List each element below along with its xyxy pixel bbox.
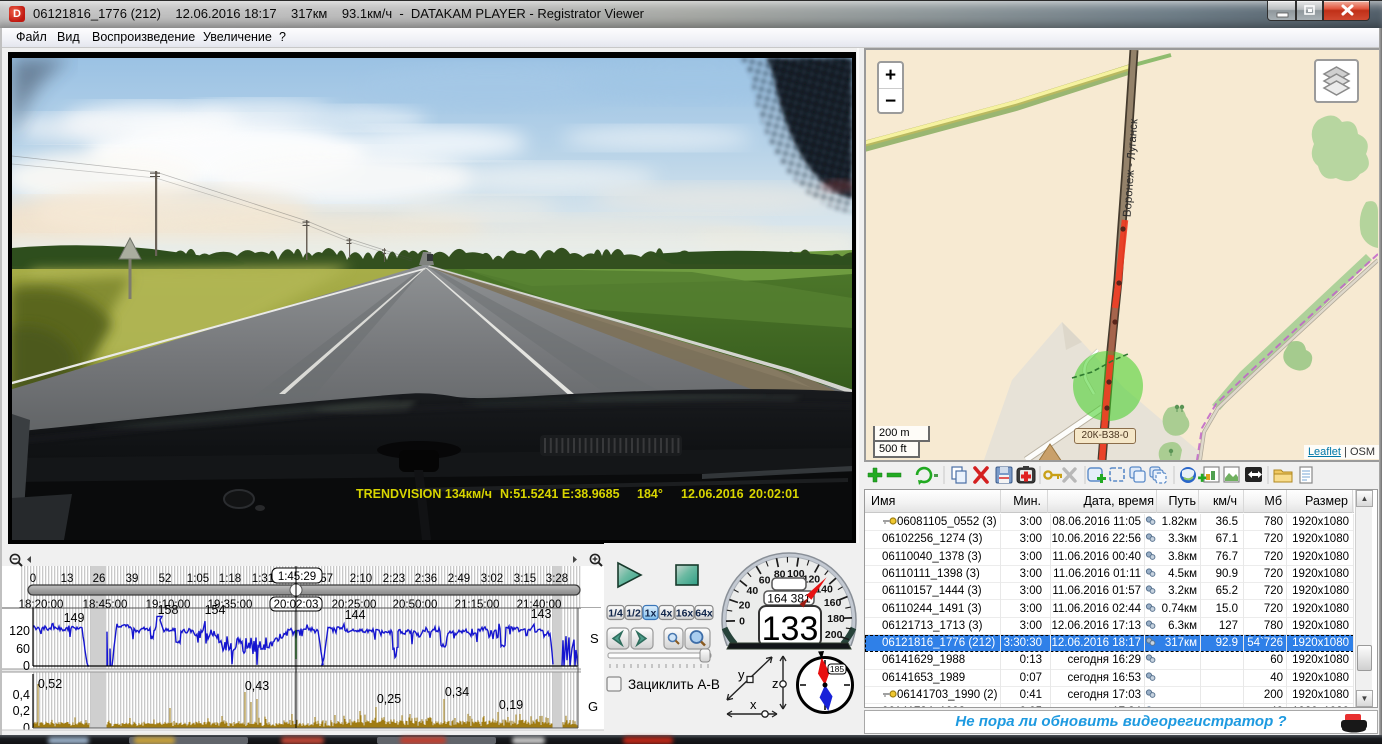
svg-text:TRENDVISION 134км/ч: TRENDVISION 134км/ч xyxy=(356,487,492,501)
svg-text:12.06.2016: 12.06.2016 xyxy=(681,487,744,501)
svg-text:13: 13 xyxy=(61,573,74,585)
svg-text:1:31: 1:31 xyxy=(252,573,274,585)
svg-text:20:02:01: 20:02:01 xyxy=(749,487,799,501)
svg-text:1x: 1x xyxy=(645,608,657,620)
svg-text:64x: 64x xyxy=(695,608,713,620)
svg-text:0,43: 0,43 xyxy=(245,679,269,693)
svg-text:0,4: 0,4 xyxy=(13,688,30,702)
svg-text:1:05: 1:05 xyxy=(187,573,209,585)
svg-text:40: 40 xyxy=(747,585,759,597)
svg-text:39: 39 xyxy=(126,573,139,585)
svg-text:2:49: 2:49 xyxy=(448,573,470,585)
svg-text:z: z xyxy=(772,676,779,691)
svg-text:184°: 184° xyxy=(637,487,663,501)
svg-text:144: 144 xyxy=(345,608,366,622)
svg-text:0: 0 xyxy=(23,659,30,673)
svg-text:149: 149 xyxy=(64,611,85,625)
svg-text:S: S xyxy=(590,631,599,646)
svg-text:x: x xyxy=(750,697,757,712)
svg-text:21:15:00: 21:15:00 xyxy=(455,599,500,611)
svg-text:1/4: 1/4 xyxy=(608,608,623,620)
svg-text:3:02: 3:02 xyxy=(481,573,503,585)
svg-text:1:45:29: 1:45:29 xyxy=(278,571,316,583)
svg-text:y: y xyxy=(738,667,745,682)
svg-text:3:28: 3:28 xyxy=(546,573,568,585)
svg-text:52: 52 xyxy=(159,573,172,585)
svg-text:200: 200 xyxy=(825,629,843,641)
svg-text:185: 185 xyxy=(830,664,844,674)
svg-text:0: 0 xyxy=(30,573,36,585)
svg-text:60: 60 xyxy=(16,642,30,656)
svg-text:0,19: 0,19 xyxy=(499,698,523,712)
svg-text:2:36: 2:36 xyxy=(415,573,437,585)
svg-text:0,34: 0,34 xyxy=(445,685,469,699)
svg-text:G: G xyxy=(588,699,598,714)
svg-text:158: 158 xyxy=(158,603,179,617)
svg-text:180: 180 xyxy=(827,613,845,625)
svg-text:4x: 4x xyxy=(661,608,673,620)
svg-text:3:15: 3:15 xyxy=(514,573,536,585)
svg-text:18:45:00: 18:45:00 xyxy=(83,599,128,611)
svg-text:20: 20 xyxy=(739,599,751,611)
svg-text:154: 154 xyxy=(205,603,226,617)
svg-text:20:50:00: 20:50:00 xyxy=(393,599,438,611)
svg-text:1/2: 1/2 xyxy=(626,608,641,620)
svg-text:26: 26 xyxy=(93,573,106,585)
svg-text:2:10: 2:10 xyxy=(350,573,372,585)
svg-text:0,25: 0,25 xyxy=(377,692,401,706)
svg-text:0,2: 0,2 xyxy=(13,704,30,718)
svg-text:0: 0 xyxy=(739,615,745,627)
svg-text:16x: 16x xyxy=(676,608,694,620)
svg-text:1:18: 1:18 xyxy=(219,573,241,585)
svg-text:N:51.5241 E:38.9685: N:51.5241 E:38.9685 xyxy=(500,487,620,501)
svg-text:18:20:00: 18:20:00 xyxy=(19,599,64,611)
svg-text:133: 133 xyxy=(762,610,819,648)
svg-text:60: 60 xyxy=(759,574,771,586)
svg-text:143: 143 xyxy=(531,607,552,621)
svg-text:120: 120 xyxy=(9,624,30,638)
svg-text:0,52: 0,52 xyxy=(38,677,62,691)
svg-text:2:23: 2:23 xyxy=(383,573,405,585)
svg-text:160: 160 xyxy=(824,597,842,609)
svg-text:Зациклить A-B: Зациклить A-B xyxy=(628,677,720,692)
